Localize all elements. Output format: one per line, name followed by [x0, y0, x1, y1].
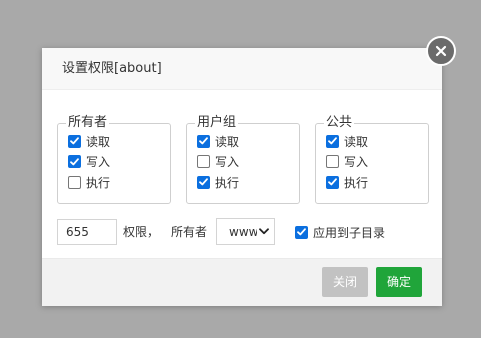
- checkbox[interactable]: [326, 134, 339, 148]
- public-execute-checkbox[interactable]: 执行: [326, 172, 428, 193]
- permission-input[interactable]: [57, 219, 117, 245]
- group-public-legend: 公共: [326, 115, 353, 130]
- close-icon: [435, 45, 447, 57]
- checkbox-label: 读取: [344, 134, 369, 149]
- checkbox[interactable]: [197, 175, 210, 189]
- checkbox-label: 读取: [86, 134, 111, 149]
- apply-subdirs-label: 应用到子目录: [313, 225, 386, 240]
- group-public: 公共 读取 写入 执行: [315, 116, 429, 204]
- group-read-checkbox[interactable]: 读取: [197, 131, 299, 152]
- checkbox[interactable]: [197, 155, 210, 169]
- close-button[interactable]: 关闭: [322, 267, 368, 297]
- checkbox[interactable]: [326, 155, 339, 169]
- checkbox-label: 读取: [215, 134, 240, 149]
- owner-select[interactable]: www: [216, 218, 275, 245]
- public-write-checkbox[interactable]: 写入: [326, 152, 428, 173]
- dialog-header: 设置权限[about]: [42, 48, 442, 90]
- checkbox-label: 写入: [215, 155, 240, 170]
- apply-subdirs-checkbox[interactable]: 应用到子目录: [295, 219, 385, 245]
- checkbox[interactable]: [68, 134, 81, 148]
- checkbox[interactable]: [326, 175, 339, 189]
- checkbox-label: 写入: [344, 155, 369, 170]
- group-execute-checkbox[interactable]: 执行: [197, 172, 299, 193]
- permission-row: 权限， 所有者 www 应用到子目录: [57, 218, 429, 245]
- checkbox-label: 写入: [86, 155, 111, 170]
- permission-groups: 所有者 读取 写入 执行 用户组 读取 写入 执行 公共 读取 写入 执行: [57, 116, 429, 206]
- checkbox[interactable]: [295, 225, 308, 239]
- checkbox-label: 执行: [215, 175, 240, 190]
- dialog-close-button[interactable]: [426, 36, 456, 66]
- chevron-down-icon: [257, 228, 271, 235]
- group-owner-legend: 所有者: [68, 115, 108, 130]
- owner-select-value: www: [229, 224, 257, 239]
- group-usergroup-legend: 用户组: [197, 115, 237, 130]
- group-write-checkbox[interactable]: 写入: [197, 152, 299, 173]
- owner-label: 所有者: [171, 225, 208, 239]
- owner-execute-checkbox[interactable]: 执行: [68, 172, 170, 193]
- permission-dialog: 设置权限[about] 所有者 读取 写入 执行 用户组 读取 写入 执行 公共…: [42, 48, 442, 306]
- public-read-checkbox[interactable]: 读取: [326, 131, 428, 152]
- dialog-footer: 关闭 确定: [42, 258, 442, 306]
- confirm-button[interactable]: 确定: [376, 267, 422, 297]
- owner-read-checkbox[interactable]: 读取: [68, 131, 170, 152]
- group-usergroup: 用户组 读取 写入 执行: [186, 116, 300, 204]
- checkbox-label: 执行: [344, 175, 369, 190]
- dialog-title: 设置权限[about]: [62, 61, 162, 76]
- owner-write-checkbox[interactable]: 写入: [68, 152, 170, 173]
- checkbox-label: 执行: [86, 175, 111, 190]
- checkbox[interactable]: [68, 175, 81, 189]
- checkbox[interactable]: [68, 155, 81, 169]
- group-owner: 所有者 读取 写入 执行: [57, 116, 171, 204]
- permission-label: 权限，: [123, 225, 160, 239]
- checkbox[interactable]: [197, 134, 210, 148]
